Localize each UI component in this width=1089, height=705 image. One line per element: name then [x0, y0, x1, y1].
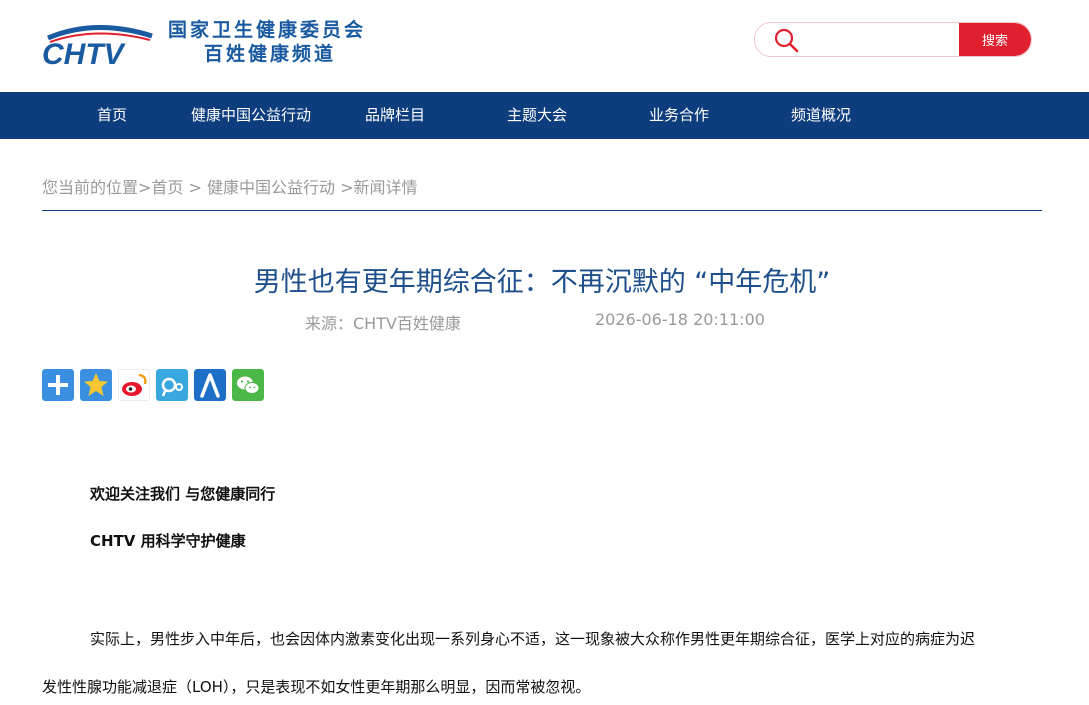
nav-item-home[interactable]: 首页	[97, 92, 127, 139]
breadcrumb-home[interactable]: 首页	[151, 178, 183, 197]
main-nav: 首页 健康中国公益行动 品牌栏目 主题大会 业务合作 频道概况	[0, 92, 1089, 139]
nav-item-brand-columns[interactable]: 品牌栏目	[365, 92, 425, 139]
nav-item-business[interactable]: 业务合作	[649, 92, 709, 139]
article-intro-2: CHTV 用科学守护健康	[90, 532, 246, 550]
article-paragraph-line-1: 实际上，男性步入中年后，也会因体内激素变化出现一系列身心不适，这一现象被大众称作…	[90, 630, 976, 648]
article-source: 来源：CHTV百姓健康	[305, 314, 461, 333]
breadcrumb-separator: >	[335, 178, 354, 197]
org-line1: 国家卫生健康委员会	[168, 19, 367, 41]
article-date: 2026-06-18 20:11:00	[595, 310, 765, 329]
breadcrumb-separator: >	[183, 178, 208, 197]
breadcrumb-prefix: 您当前的位置	[42, 178, 139, 197]
search-box: 搜索	[754, 22, 1032, 57]
article-title: 男性也有更年期综合征：不再沉默的 “中年危机”	[253, 267, 831, 298]
breadcrumb-section[interactable]: 健康中国公益行动	[207, 178, 335, 197]
svg-text:CHTV: CHTV	[42, 38, 127, 68]
breadcrumb-divider	[42, 210, 1042, 211]
renren-share-icon[interactable]	[194, 369, 226, 401]
article-intro-1: 欢迎关注我们 与您健康同行	[90, 485, 276, 503]
article-paragraph-line-2: 发性性腺功能减退症（LOH），只是表现不如女性更年期那么明显，因而常被忽视。	[42, 678, 591, 696]
nav-item-theme-conference[interactable]: 主题大会	[507, 92, 567, 139]
org-line2: 百姓健康频道	[204, 43, 337, 65]
search-icon[interactable]	[773, 27, 799, 53]
plus-share-icon[interactable]	[42, 369, 74, 401]
nav-item-channel-overview[interactable]: 频道概况	[791, 92, 851, 139]
breadcrumb: 您当前的位置>首页 > 健康中国公益行动 >新闻详情	[42, 174, 418, 198]
weibo-share-icon[interactable]	[118, 369, 150, 401]
chtv-logo[interactable]: CHTV	[40, 18, 160, 68]
wechat-share-icon[interactable]	[232, 369, 264, 401]
nav-item-healthy-china[interactable]: 健康中国公益行动	[191, 92, 311, 139]
search-button[interactable]: 搜索	[959, 23, 1031, 56]
qzone-share-icon[interactable]	[80, 369, 112, 401]
breadcrumb-current: 新闻详情	[353, 178, 418, 197]
breadcrumb-separator: >	[138, 178, 152, 197]
tencent-weibo-share-icon[interactable]	[156, 369, 188, 401]
organization-name: 国家卫生健康委员会 百姓健康频道	[168, 18, 378, 66]
article-meta: 来源：CHTV百姓健康 2026-06-18 20:11:00	[305, 310, 765, 334]
search-input[interactable]	[807, 28, 961, 52]
site-header: CHTV 国家卫生健康委员会 百姓健康频道 搜索	[0, 0, 1089, 92]
